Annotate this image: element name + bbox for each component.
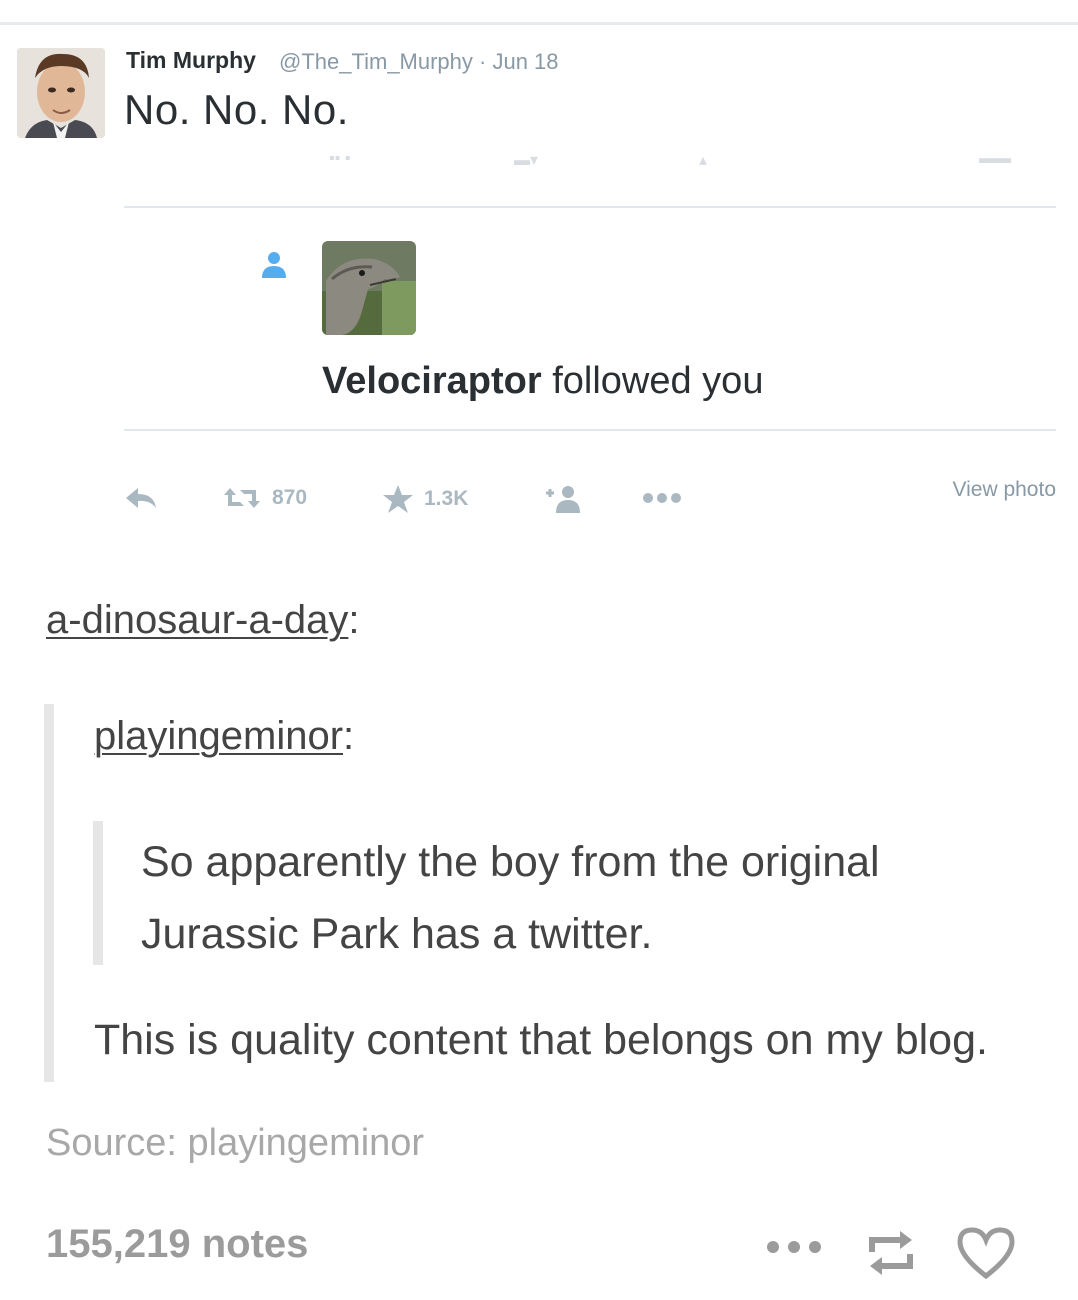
tim-murphy-avatar[interactable] <box>17 48 105 138</box>
reblog-button[interactable] <box>864 1226 918 1285</box>
tweet-text: No. No. No. <box>124 86 349 133</box>
faded-icon: ▬▾ <box>514 152 539 169</box>
faded-icon: ▪▪ ▪ <box>329 150 351 167</box>
reblogger-colon: : <box>348 598 360 642</box>
follow-action: followed you <box>552 360 764 402</box>
notes-count[interactable]: 155,219 notes <box>46 1222 308 1267</box>
faded-icon: ▴ <box>699 152 708 169</box>
inner-blockquote-bar <box>93 821 103 965</box>
faded-icon: ▬▬ <box>979 150 1011 167</box>
more-button[interactable] <box>642 492 682 504</box>
tweet-author-name[interactable]: Tim Murphy <box>126 47 256 74</box>
like-button[interactable] <box>956 1226 1016 1285</box>
original-blog-colon: : <box>343 714 355 758</box>
original-post-text: So apparently the boy from the original … <box>141 838 880 958</box>
post-footer-actions <box>760 1222 1060 1282</box>
notification-bottom-divider <box>124 429 1056 431</box>
tweet-handle-date[interactable]: @The_Tim_Murphy · Jun 18 <box>279 49 559 75</box>
favorite-button[interactable]: 1.3K <box>382 484 468 514</box>
retweet-icon <box>222 486 262 510</box>
faded-icon-row: ▪▪ ▪ ▬▾ ▴ ▬▬ <box>124 150 1056 172</box>
velociraptor-avatar[interactable] <box>322 241 416 335</box>
reply-button[interactable] <box>124 486 158 510</box>
ellipsis-icon <box>642 492 682 504</box>
star-icon <box>382 484 414 514</box>
follow-button[interactable] <box>544 484 584 514</box>
reblog-comment: This is quality content that belongs on … <box>94 1016 988 1064</box>
notification-top-divider <box>124 206 1056 208</box>
tweet-action-bar: 870 1.3K View photo <box>124 478 1056 522</box>
reblog-icon <box>864 1231 918 1284</box>
source-link[interactable]: Source: playingeminor <box>46 1122 424 1165</box>
original-blog-link[interactable]: playingeminor <box>94 714 343 758</box>
ellipsis-icon <box>766 1241 822 1258</box>
heart-icon <box>956 1227 1016 1284</box>
follow-notification-text: Velociraptor followed you <box>322 360 763 403</box>
follow-person-icon <box>261 250 287 280</box>
top-divider <box>0 22 1078 25</box>
follower-name[interactable]: Velociraptor <box>322 360 542 402</box>
reblogger-line: a-dinosaur-a-day: <box>46 598 360 643</box>
reblogger-link[interactable]: a-dinosaur-a-day <box>46 598 348 642</box>
view-photo-link[interactable]: View photo <box>952 478 1056 502</box>
post-more-button[interactable] <box>766 1240 822 1259</box>
retweet-button[interactable]: 870 <box>222 486 307 510</box>
favorite-count: 1.3K <box>424 487 469 510</box>
retweet-count: 870 <box>272 486 308 509</box>
reply-icon <box>124 486 158 510</box>
add-user-icon <box>544 484 584 514</box>
original-blog-line: playingeminor: <box>94 714 354 759</box>
outer-blockquote-bar <box>44 704 54 1082</box>
